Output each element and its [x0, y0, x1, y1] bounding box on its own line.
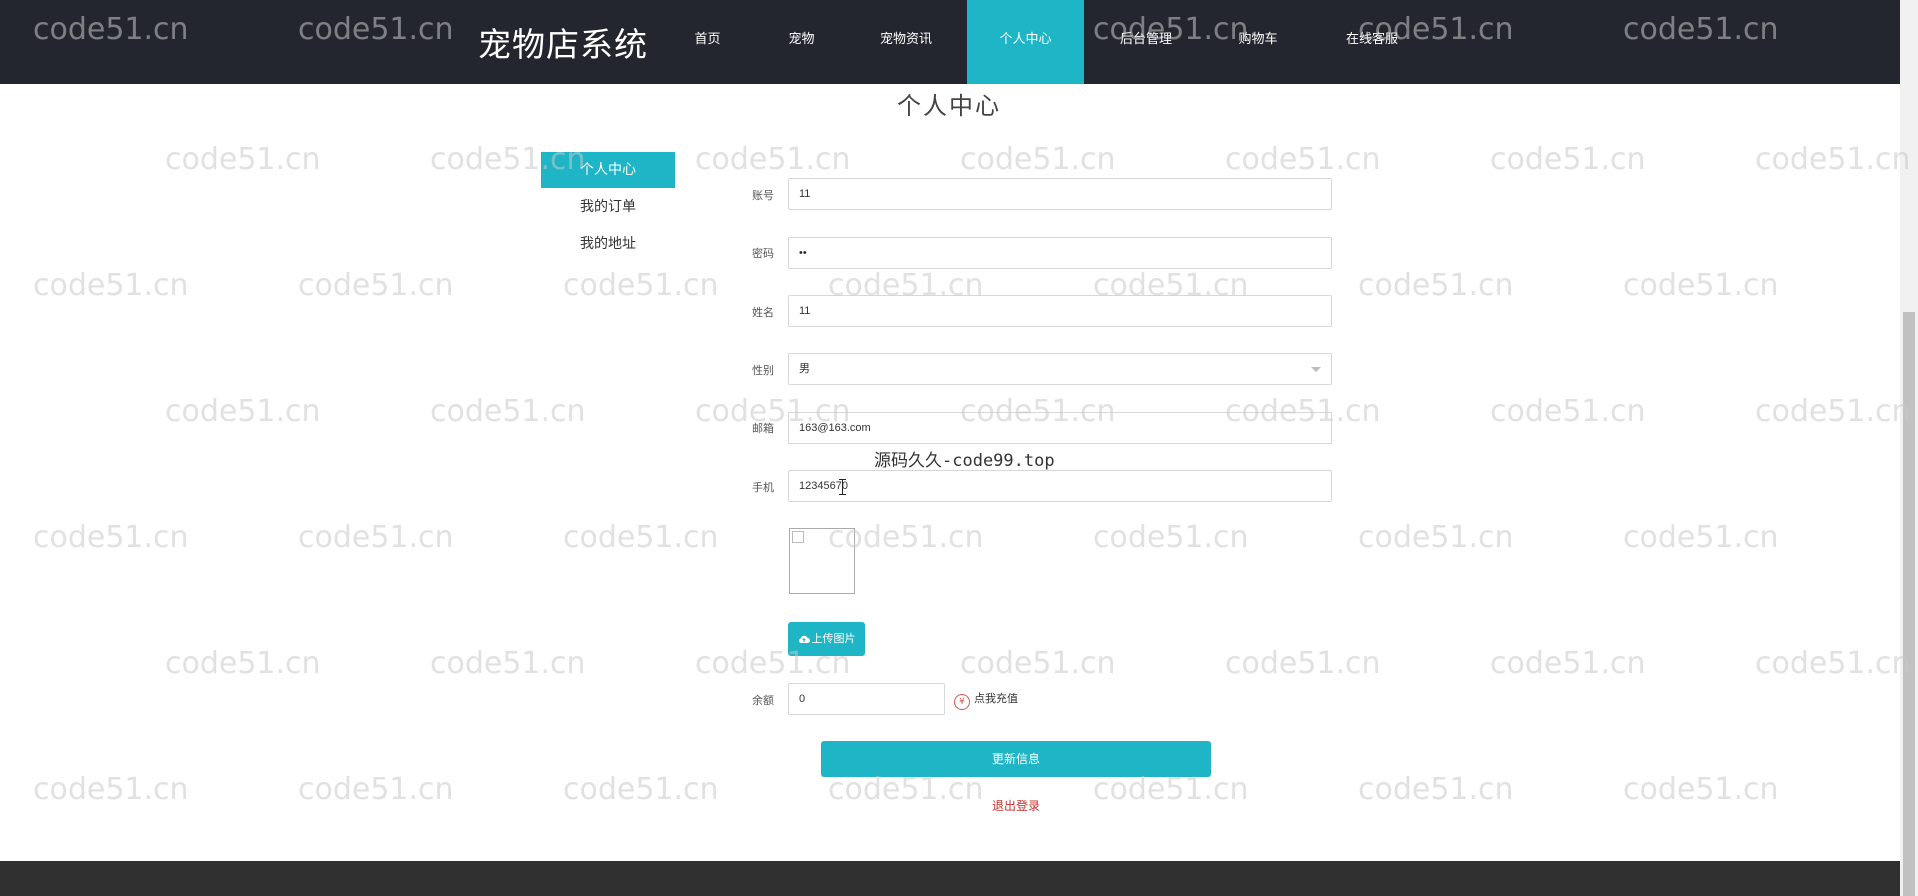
- watermark: code51.cn: [1225, 646, 1381, 681]
- text-cursor-icon: [839, 479, 846, 495]
- update-info-button[interactable]: 更新信息: [821, 741, 1211, 777]
- nav-personal-center[interactable]: 个人中心: [967, 0, 1084, 84]
- watermark: code51.cn: [165, 142, 321, 177]
- watermark: code51.cn: [960, 646, 1116, 681]
- watermark: code51.cn: [1623, 268, 1779, 303]
- upload-image-button[interactable]: 上传图片: [788, 622, 865, 656]
- password-input[interactable]: ••: [788, 237, 1332, 269]
- watermark: code51.cn: [1093, 520, 1249, 555]
- site-brand[interactable]: 宠物店系统: [478, 18, 648, 66]
- overlay-watermark: 源码久久-code99.top: [874, 451, 1055, 471]
- side-menu-personal-center[interactable]: 个人中心: [541, 152, 675, 188]
- watermark: code51.cn: [430, 394, 586, 429]
- cloud-upload-icon: [798, 635, 810, 643]
- upload-image-label: 上传图片: [811, 632, 856, 645]
- avatar-preview: [789, 528, 855, 594]
- page-footer: [0, 861, 1900, 896]
- balance-label: 余额: [752, 694, 774, 707]
- gender-selected-value: 男: [799, 363, 810, 375]
- watermark: code51.cn: [165, 646, 321, 681]
- account-input[interactable]: 11: [788, 178, 1332, 210]
- watermark: code51.cn: [33, 268, 189, 303]
- watermark: code51.cn: [1490, 142, 1646, 177]
- nav-pets[interactable]: 宠物: [774, 0, 829, 84]
- chevron-down-icon: [1311, 367, 1321, 372]
- yen-icon: ¥: [954, 694, 970, 710]
- watermark: code51.cn: [430, 646, 586, 681]
- recharge-link[interactable]: ¥ 点我充值: [954, 690, 1018, 710]
- password-label: 密码: [752, 247, 774, 260]
- gender-select[interactable]: 男: [788, 353, 1332, 385]
- account-label: 账号: [752, 189, 774, 202]
- nav-pet-news[interactable]: 宠物资讯: [870, 0, 942, 84]
- recharge-label: 点我充值: [974, 692, 1018, 705]
- nav-online-service[interactable]: 在线客服: [1336, 0, 1408, 84]
- page-title: 个人中心: [897, 92, 1001, 120]
- logout-link[interactable]: 退出登录: [0, 797, 1918, 814]
- email-label: 邮箱: [752, 422, 774, 435]
- broken-image-icon: [792, 531, 804, 543]
- watermark: code51.cn: [563, 520, 719, 555]
- top-nav-bar: 宠物店系统 首页 宠物 宠物资讯 个人中心 后台管理 购物车 在线客服: [0, 0, 1918, 84]
- nav-cart[interactable]: 购物车: [1228, 0, 1288, 84]
- nav-admin[interactable]: 后台管理: [1110, 0, 1182, 84]
- watermark: code51.cn: [1490, 646, 1646, 681]
- watermark: code51.cn: [1358, 268, 1514, 303]
- balance-input[interactable]: 0: [788, 683, 945, 715]
- name-input[interactable]: 11: [788, 295, 1332, 327]
- vertical-scrollbar[interactable]: [1900, 0, 1918, 896]
- watermark: code51.cn: [1755, 142, 1911, 177]
- name-label: 姓名: [752, 306, 774, 319]
- watermark: code51.cn: [298, 268, 454, 303]
- watermark: code51.cn: [33, 520, 189, 555]
- side-menu-my-address[interactable]: 我的地址: [541, 226, 675, 262]
- watermark: code51.cn: [1623, 520, 1779, 555]
- watermark: code51.cn: [695, 142, 851, 177]
- watermark: code51.cn: [165, 394, 321, 429]
- watermark: code51.cn: [960, 142, 1116, 177]
- side-menu-my-orders[interactable]: 我的订单: [541, 189, 675, 225]
- scrollbar-thumb[interactable]: [1903, 312, 1915, 896]
- nav-home[interactable]: 首页: [680, 0, 735, 84]
- phone-input[interactable]: 12345670: [788, 470, 1332, 502]
- watermark: code51.cn: [1358, 520, 1514, 555]
- watermark: code51.cn: [1755, 394, 1911, 429]
- watermark: code51.cn: [298, 520, 454, 555]
- phone-label: 手机: [752, 481, 774, 494]
- watermark: code51.cn: [1225, 142, 1381, 177]
- watermark: code51.cn: [1490, 394, 1646, 429]
- email-input[interactable]: 163@163.com: [788, 412, 1332, 444]
- watermark: code51.cn: [1755, 646, 1911, 681]
- watermark: code51.cn: [563, 268, 719, 303]
- gender-label: 性别: [752, 364, 774, 377]
